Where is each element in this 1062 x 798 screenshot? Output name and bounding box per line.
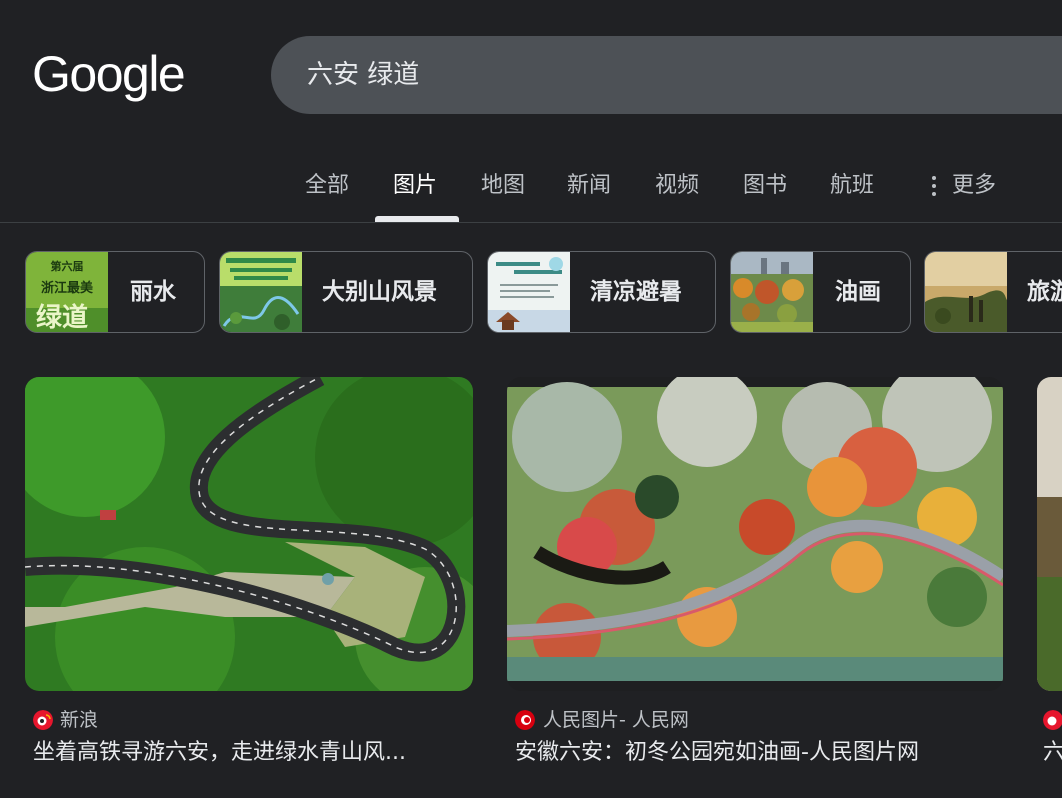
chip-thumbnail <box>925 252 1007 332</box>
tab-news[interactable]: 新闻 <box>567 150 611 222</box>
tab-maps[interactable]: 地图 <box>481 150 525 222</box>
people-daily-icon <box>515 710 535 730</box>
result-title[interactable]: 安徽六安：初冬公园宛如油画-人民图片网 <box>515 739 1005 767</box>
sina-weibo-icon <box>1043 710 1062 730</box>
more-vert-icon[interactable] <box>926 176 942 196</box>
chip-thumbnail: 第六届 浙江最美 绿道 <box>26 252 108 333</box>
chip-thumbnail <box>220 252 302 332</box>
chip-label: 清凉避暑 <box>590 279 682 305</box>
chip-label: 丽水 <box>130 279 176 305</box>
result-image-3[interactable] <box>1037 377 1062 691</box>
autumn-park-photo <box>507 377 1003 681</box>
chip-dabieshan[interactable]: 大别山风景 <box>219 251 473 333</box>
result-source: 新浪 <box>60 709 99 731</box>
tab-more[interactable]: 更多 <box>952 150 996 222</box>
search-tabs: 全部 图片 地图 新闻 视频 图书 航班 更多 <box>0 150 1062 223</box>
google-logo[interactable]: Google <box>32 44 186 104</box>
header: Google 六安 绿道 <box>0 0 1062 150</box>
thumb-text-1: 第六届 <box>51 259 84 273</box>
chip-label: 大别山风景 <box>322 279 437 305</box>
tab-all[interactable]: 全部 <box>305 150 349 222</box>
search-box[interactable]: 六安 绿道 <box>271 36 1062 114</box>
chip-label: 油画 <box>835 279 881 305</box>
partial-photo <box>1037 377 1062 691</box>
chip-youhua[interactable]: 油画 <box>730 251 911 333</box>
sina-weibo-icon <box>33 710 53 730</box>
mountain-road-photo <box>25 377 473 691</box>
search-input[interactable]: 六安 绿道 <box>307 36 419 114</box>
chip-qingliang[interactable]: 清凉避暑 <box>487 251 716 333</box>
chip-thumbnail <box>488 252 570 332</box>
tab-flights[interactable]: 航班 <box>830 150 874 222</box>
thumb-text-3: 绿道 <box>36 302 88 333</box>
chip-lvyou[interactable]: 旅游 <box>924 251 1062 333</box>
active-tab-indicator <box>375 216 459 222</box>
result-image-1[interactable] <box>25 377 473 691</box>
result-source: 人民图片- 人民网 <box>543 709 689 731</box>
chip-thumbnail <box>731 252 813 332</box>
tab-books[interactable]: 图书 <box>743 150 787 222</box>
chip-lishui[interactable]: 第六届 浙江最美 绿道 丽水 <box>25 251 205 333</box>
result-image-2[interactable] <box>507 377 1003 691</box>
chip-label: 旅游 <box>1027 279 1062 305</box>
result-title[interactable]: 六 <box>1043 739 1062 767</box>
tab-videos[interactable]: 视频 <box>655 150 699 222</box>
tab-images[interactable]: 图片 <box>393 150 437 222</box>
result-title[interactable]: 坐着高铁寻游六安，走进绿水青山风... <box>33 739 473 767</box>
thumb-text-2: 浙江最美 <box>41 280 94 296</box>
